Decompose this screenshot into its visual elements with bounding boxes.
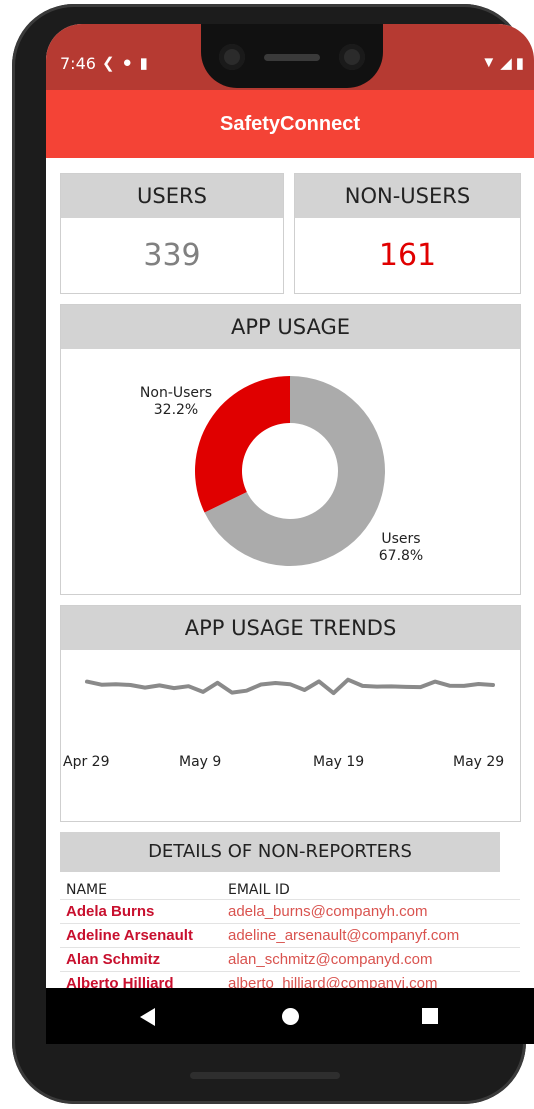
nav-back-button[interactable] xyxy=(140,1008,155,1026)
nav-recent-apps-button[interactable] xyxy=(422,1008,438,1024)
usage-trends-line-chart xyxy=(85,677,495,696)
row-email: alan_schmitz@companyd.com xyxy=(228,951,433,968)
front-camera-icon xyxy=(339,44,365,70)
row-name: Alberto Hilliard xyxy=(66,975,174,988)
trends-title: APP USAGE TRENDS xyxy=(61,606,520,650)
screen: 7:46 ❮ ● ▮ ▼ ◢ ▮ SafetyConnect USERS 339 xyxy=(46,24,534,1044)
row-email: adeline_arsenault@companyf.com xyxy=(228,927,460,944)
nonusers-card-label: NON-USERS xyxy=(295,174,520,218)
users-slice-label: Users 67.8% xyxy=(378,531,424,564)
signal-icon: ◢ xyxy=(500,55,512,72)
sd-card-icon: ▮ xyxy=(139,55,148,72)
x-tick-label: Apr 29 xyxy=(63,754,110,770)
nonusers-slice-label: Non-Users 32.2% xyxy=(139,385,213,418)
back-arrow-icon: ❮ xyxy=(102,55,115,72)
users-card: USERS 339 xyxy=(60,173,284,294)
status-left-icons: ❮ ● ▮ xyxy=(102,54,148,72)
trend-series-line xyxy=(85,677,495,696)
x-tick-label: May 19 xyxy=(313,754,365,770)
row-email: alberto_hilliard@companyi.com xyxy=(228,975,438,988)
users-count: 339 xyxy=(143,238,201,273)
table-row[interactable]: Alan Schmitz alan_schmitz@companyd.com xyxy=(60,947,520,972)
table-row[interactable]: Adela Burns adela_burns@companyh.com xyxy=(60,899,520,924)
non-reporters-title: DETAILS OF NON-REPORTERS xyxy=(60,832,500,872)
app-title: SafetyConnect xyxy=(46,90,534,158)
phone-frame: 7:46 ❮ ● ▮ ▼ ◢ ▮ SafetyConnect USERS 339 xyxy=(12,4,534,1104)
nonusers-card: NON-USERS 161 xyxy=(294,173,521,294)
status-right-icons: ▼ ◢ ▮ xyxy=(481,54,524,72)
nav-home-button[interactable] xyxy=(282,1008,299,1025)
email-column-header: EMAIL ID xyxy=(228,882,290,898)
speaker-grille xyxy=(264,54,320,61)
x-tick-label: May 9 xyxy=(179,754,222,770)
android-nav-bar xyxy=(46,988,534,1044)
status-time: 7:46 xyxy=(60,54,96,73)
bottom-speaker-grille xyxy=(190,1072,340,1079)
table-row[interactable]: Adeline Arsenault adeline_arsenault@comp… xyxy=(60,923,520,948)
row-email: adela_burns@companyh.com xyxy=(228,903,428,920)
app-usage-card: APP USAGE Non-Users 32.2% Users 67.8% xyxy=(60,304,521,595)
row-name: Adeline Arsenault xyxy=(66,927,193,944)
wifi-icon: ▼ xyxy=(481,54,497,71)
x-tick-label: May 29 xyxy=(453,754,505,770)
name-column-header: NAME xyxy=(66,882,107,898)
nonusers-count: 161 xyxy=(378,238,437,273)
app-usage-title: APP USAGE xyxy=(61,305,520,349)
row-name: Adela Burns xyxy=(66,903,155,920)
row-name: Alan Schmitz xyxy=(66,951,161,968)
front-camera-icon xyxy=(219,44,245,70)
circle-p-icon: ● xyxy=(122,54,132,71)
users-card-label: USERS xyxy=(61,174,283,218)
camera-notch xyxy=(201,24,383,88)
status-bar: 7:46 ❮ ● ▮ ▼ ◢ ▮ xyxy=(46,24,534,90)
app-usage-trends-card: APP USAGE TRENDS Apr 29 May 9 May 19 May… xyxy=(60,605,521,822)
battery-icon: ▮ xyxy=(515,55,524,72)
dashboard-content[interactable]: USERS 339 NON-USERS 161 APP USAGE Non-Us… xyxy=(46,158,534,988)
table-row[interactable]: Alberto Hilliard alberto_hilliard@compan… xyxy=(60,971,520,988)
